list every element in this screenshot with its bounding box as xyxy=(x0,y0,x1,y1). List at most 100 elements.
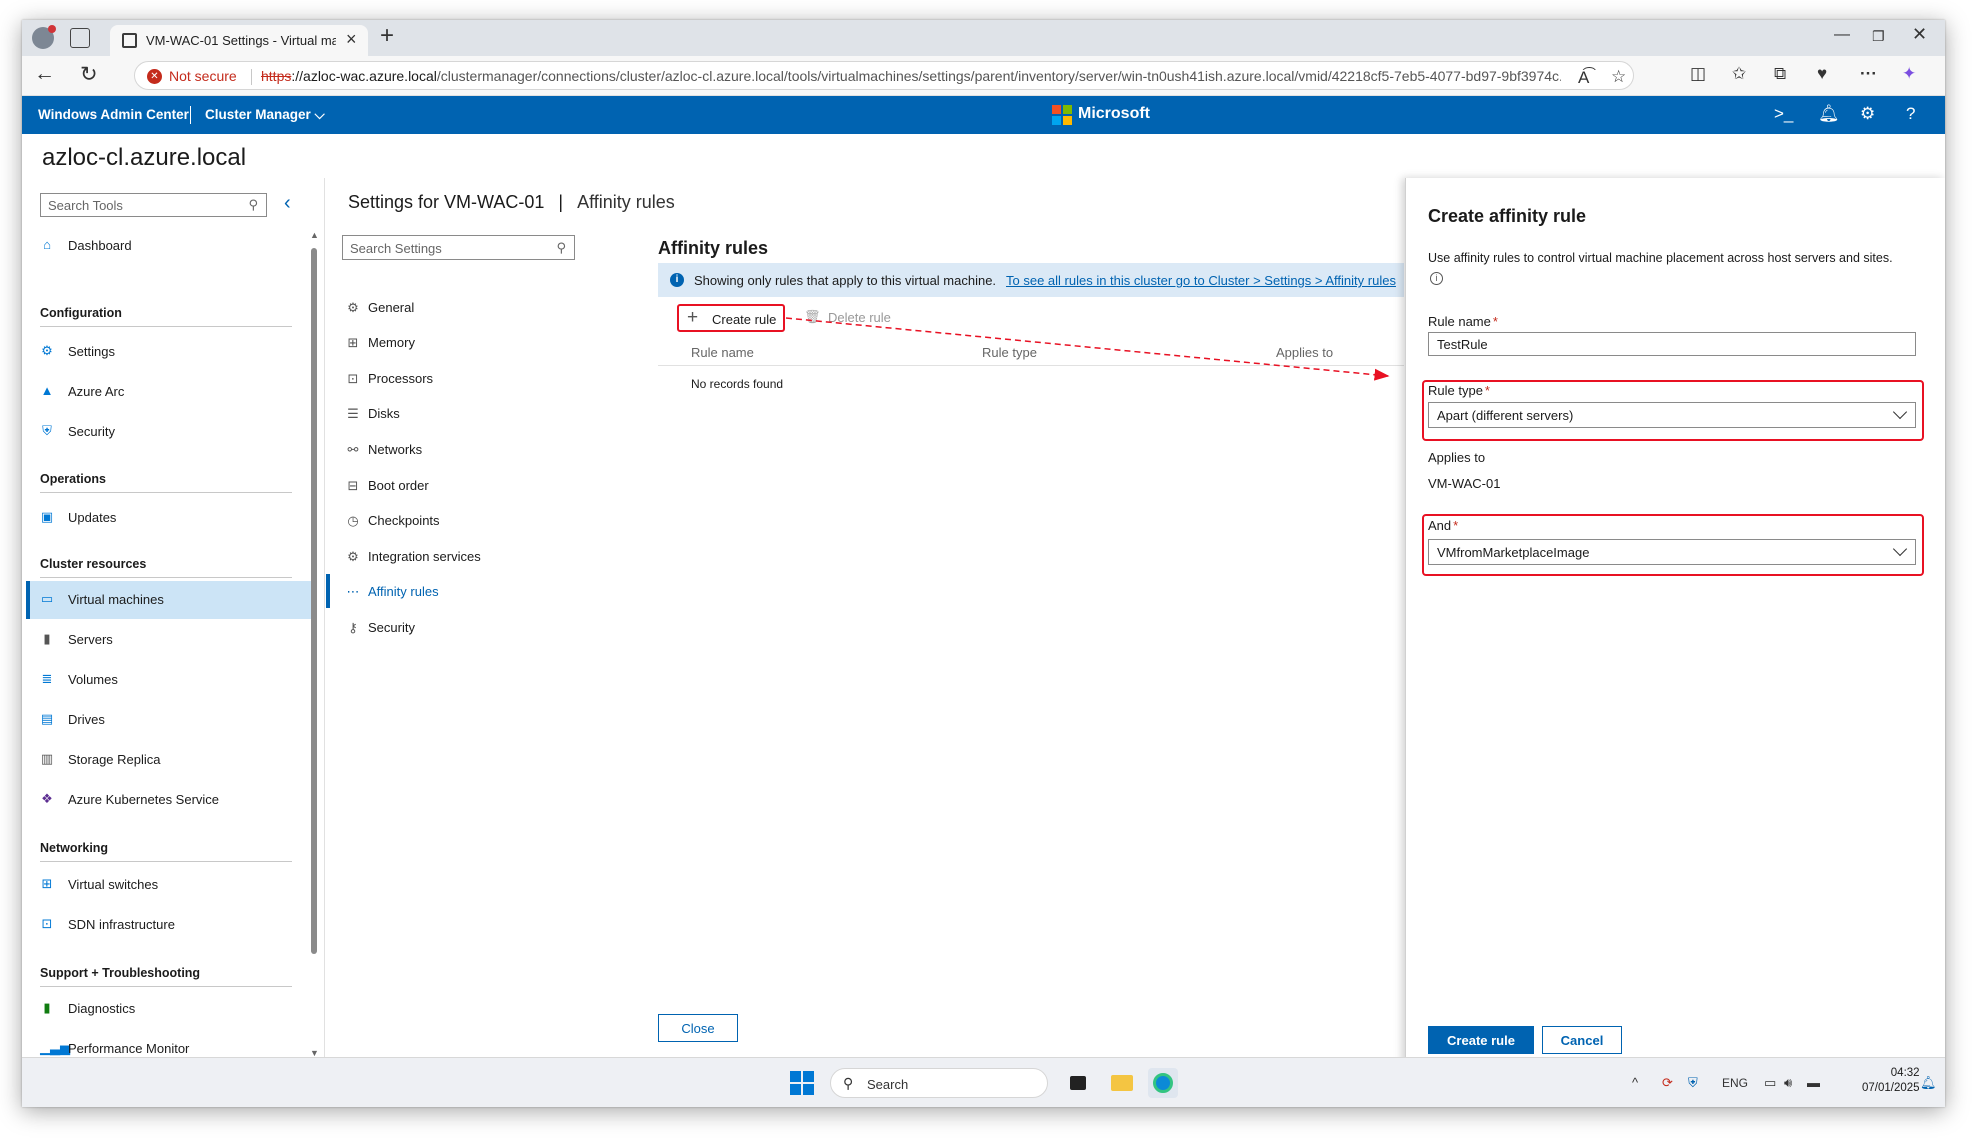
all-rules-link[interactable]: To see all rules in this cluster go to C… xyxy=(1006,273,1396,288)
restore-icon[interactable]: ❐ xyxy=(1872,28,1885,45)
task-view-icon[interactable] xyxy=(1064,1068,1094,1098)
read-aloud-icon[interactable]: A͡ xyxy=(1578,68,1589,88)
nav-item-security[interactable]: ⛨ Security xyxy=(26,413,312,451)
tab-close-icon[interactable]: × xyxy=(346,29,357,50)
settings-item-boot-order[interactable]: ⊟ Boot order xyxy=(326,468,626,502)
boot-order-icon: ⊟ xyxy=(347,478,359,493)
nav-item-diagnostics[interactable]: ▮ Diagnostics xyxy=(26,990,312,1028)
clock[interactable]: 04:32 07/01/2025 xyxy=(1862,1066,1920,1096)
volume-icon[interactable]: 🔊︎ xyxy=(1784,1075,1792,1091)
rule-type-label: Rule type * xyxy=(1428,383,1490,398)
settings-item-disks[interactable]: ☰ Disks xyxy=(326,396,626,430)
settings-item-integration-services[interactable]: ⚙ Integration services xyxy=(326,539,626,573)
split-screen-icon[interactable]: ◫ xyxy=(1690,64,1706,84)
copilot-icon[interactable]: ✦ xyxy=(1902,64,1916,84)
favorite-star-icon[interactable]: ☆ xyxy=(1611,67,1626,87)
settings-item-security[interactable]: ⚷ Security xyxy=(326,610,626,644)
nav-item-drives[interactable]: ▤ Drives xyxy=(26,701,312,739)
column-header-rule-type[interactable]: Rule type xyxy=(982,345,1037,360)
security-tray-icon[interactable]: ⛨ xyxy=(1688,1075,1698,1091)
and-dropdown[interactable]: VMfromMarketplaceImage xyxy=(1428,539,1916,565)
refresh-icon[interactable]: ↻ xyxy=(80,62,98,87)
search-tools-input[interactable]: Search Tools ⚲ xyxy=(40,193,267,217)
rule-name-input[interactable] xyxy=(1428,332,1916,356)
scroll-up-icon[interactable]: ▲ xyxy=(310,230,319,240)
gear-icon[interactable]: ⚙ xyxy=(1860,104,1875,124)
microsoft-brand: Microsoft xyxy=(1078,105,1150,122)
search-settings-input[interactable]: Search Settings ⚲ xyxy=(342,235,575,260)
tray-overflow-icon[interactable]: ^ xyxy=(1632,1075,1638,1090)
info-icon[interactable]: i xyxy=(1430,272,1443,285)
chevron-down-icon xyxy=(1892,404,1908,420)
processor-icon: ⊡ xyxy=(347,371,359,386)
battery-icon[interactable]: ▬ xyxy=(1807,1075,1820,1090)
notification-bell-icon[interactable]: 🔔︎ xyxy=(1920,1075,1937,1091)
settings-item-processors[interactable]: ⊡ Processors xyxy=(326,361,626,395)
window-close-icon[interactable]: ✕ xyxy=(1912,24,1927,45)
bell-icon[interactable]: 🔔︎ xyxy=(1818,104,1840,124)
create-rule-command[interactable]: + Create rule xyxy=(677,304,785,332)
info-text: Showing only rules that apply to this vi… xyxy=(694,273,997,288)
column-header-applies-to[interactable]: Applies to xyxy=(1276,345,1333,360)
url-text[interactable]: https://azloc-wac.azure.local/clusterman… xyxy=(261,68,1561,84)
create-rule-button[interactable]: Create rule xyxy=(1428,1026,1534,1054)
search-icon: ⚲ xyxy=(843,1075,854,1091)
context-switcher[interactable]: Cluster Manager ⌵ xyxy=(205,107,325,123)
nav-item-storage-replica[interactable]: ▥ Storage Replica xyxy=(26,741,312,779)
more-menu-icon[interactable]: ··· xyxy=(1860,64,1877,84)
search-settings-placeholder: Search Settings xyxy=(350,241,442,256)
favorites-icon[interactable]: ✩ xyxy=(1732,64,1746,84)
extensions-icon[interactable]: ♥ xyxy=(1817,64,1827,84)
home-icon: ⌂ xyxy=(43,237,51,252)
windows-start-icon[interactable] xyxy=(790,1071,814,1095)
nav-item-sdn[interactable]: ⊡ SDN infrastructure xyxy=(26,906,312,944)
search-icon: ⚲ xyxy=(248,197,258,212)
integration-icon: ⚙ xyxy=(347,549,359,564)
settings-item-memory[interactable]: ⊞ Memory xyxy=(326,325,626,359)
not-secure-label[interactable]: Not secure xyxy=(169,68,237,84)
settings-item-checkpoints[interactable]: ◷ Checkpoints xyxy=(326,503,626,537)
language-indicator[interactable]: ENG xyxy=(1722,1076,1748,1090)
nav-item-settings[interactable]: ⚙ Settings xyxy=(26,333,312,371)
column-header-rule-name[interactable]: Rule name xyxy=(691,345,754,360)
browser-tab[interactable]: VM-WAC-01 Settings - Virtual ma × xyxy=(110,25,368,56)
file-explorer-icon[interactable] xyxy=(1107,1068,1137,1098)
nav-section-networking: Networking xyxy=(40,841,292,862)
edge-browser-icon[interactable] xyxy=(1148,1068,1178,1098)
profile-avatar-icon[interactable] xyxy=(32,25,56,49)
nav-item-virtual-switches[interactable]: ⊞ Virtual switches xyxy=(26,866,312,904)
nav-item-updates[interactable]: ▣ Updates xyxy=(26,499,312,537)
nav-item-servers[interactable]: ▮ Servers xyxy=(26,621,312,659)
collections-icon[interactable]: ⧉ xyxy=(1774,64,1786,84)
close-button[interactable]: Close xyxy=(658,1014,738,1042)
settings-item-networks[interactable]: ⚯ Networks xyxy=(326,432,626,466)
rule-type-dropdown[interactable]: Apart (different servers) xyxy=(1428,402,1916,428)
back-icon[interactable]: ← xyxy=(34,62,55,86)
nav-item-virtual-machines[interactable]: ▭ Virtual machines xyxy=(26,581,312,619)
tab-actions-icon[interactable] xyxy=(70,28,90,48)
app-name[interactable]: Windows Admin Center xyxy=(38,107,189,122)
minimize-icon[interactable]: — xyxy=(1834,26,1850,44)
nav-item-aks[interactable]: ❖ Azure Kubernetes Service xyxy=(26,781,312,819)
help-icon[interactable]: ? xyxy=(1906,104,1915,124)
url-field[interactable]: ✕ Not secure https://azloc-wac.azure.loc… xyxy=(134,61,1634,90)
settings-item-general[interactable]: ⚙ General xyxy=(326,290,626,324)
new-tab-icon[interactable]: + xyxy=(380,22,394,50)
nav-item-volumes[interactable]: ≣ Volumes xyxy=(26,661,312,699)
taskbar-search[interactable]: ⚲ Search xyxy=(830,1068,1048,1098)
nav-scrollbar[interactable]: ▲ ▼ xyxy=(310,230,319,1060)
nav-item-azure-arc[interactable]: ▲ Azure Arc xyxy=(26,373,312,411)
cancel-button[interactable]: Cancel xyxy=(1542,1026,1622,1054)
kubernetes-icon: ❖ xyxy=(41,791,53,806)
scrollbar-thumb[interactable] xyxy=(311,248,317,954)
shield-icon: ⛨ xyxy=(42,423,52,438)
nav-item-dashboard[interactable]: ⌂ Dashboard xyxy=(26,227,312,265)
sync-icon[interactable]: ⟳ xyxy=(1662,1075,1673,1091)
terminal-icon[interactable]: >_ xyxy=(1774,104,1793,124)
memory-icon: ⊞ xyxy=(347,335,359,350)
trash-icon: 🗑︎ xyxy=(804,309,821,324)
network-icon[interactable]: ▭ xyxy=(1764,1075,1776,1091)
empty-state-text: No records found xyxy=(691,377,784,391)
settings-item-affinity-rules[interactable]: ⋯ Affinity rules xyxy=(326,574,626,608)
collapse-nav-icon[interactable]: ‹ xyxy=(284,192,291,215)
